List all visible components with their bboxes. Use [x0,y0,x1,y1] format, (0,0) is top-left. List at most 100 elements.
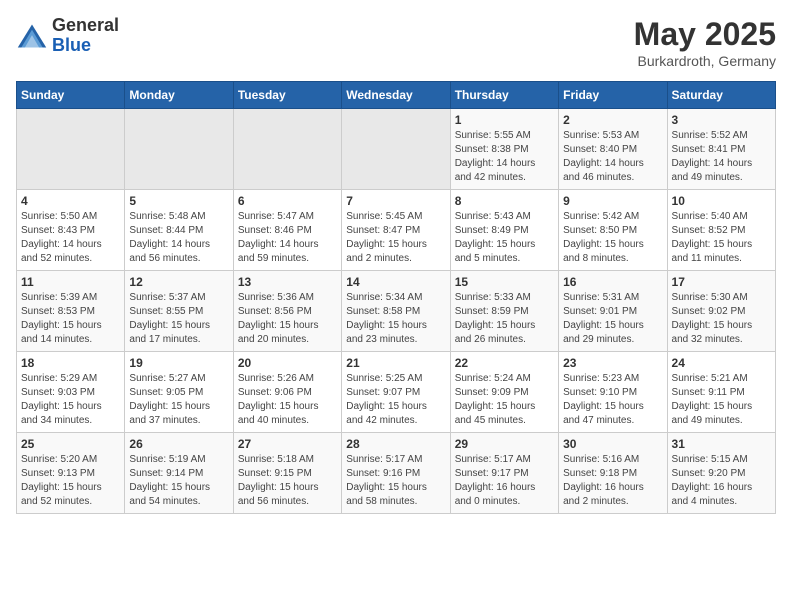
day-number: 6 [238,194,337,208]
day-info: Sunrise: 5:23 AM Sunset: 9:10 PM Dayligh… [563,372,662,428]
calendar-cell: 3 Sunrise: 5:52 AM Sunset: 8:41 PM Daylig… [667,109,775,190]
weekday-header: Sunday [17,82,125,109]
day-info: Sunrise: 5:43 AM Sunset: 8:49 PM Dayligh… [455,210,554,266]
day-number: 31 [672,437,771,451]
calendar-cell: 10 Sunrise: 5:40 AM Sunset: 8:52 PM Dayli… [667,190,775,271]
logo-general: General [52,16,119,36]
calendar-week-row: 18 Sunrise: 5:29 AM Sunset: 9:03 PM Dayli… [17,352,776,433]
logo-text: General Blue [52,16,119,56]
calendar-week-row: 25Sunrise: 5:20 AM Sunset: 9:13 PM Dayli… [17,433,776,514]
day-number: 29 [455,437,554,451]
day-info: Sunrise: 5:16 AM Sunset: 9:18 PM Dayligh… [563,453,662,509]
day-info: Sunrise: 5:26 AM Sunset: 9:06 PM Dayligh… [238,372,337,428]
day-number: 1 [455,113,554,127]
day-info: Sunrise: 5:53 AM Sunset: 8:40 PM Dayligh… [563,129,662,185]
calendar-table: SundayMondayTuesdayWednesdayThursdayFrid… [16,81,776,514]
day-info: Sunrise: 5:50 AM Sunset: 8:43 PM Dayligh… [21,210,120,266]
calendar-cell: 12Sunrise: 5:37 AM Sunset: 8:55 PM Dayli… [125,271,233,352]
calendar-cell: 13 Sunrise: 5:36 AM Sunset: 8:56 PM Dayli… [233,271,341,352]
calendar-cell: 4Sunrise: 5:50 AM Sunset: 8:43 PM Daylig… [17,190,125,271]
title-area: May 2025 Burkardroth, Germany [634,16,776,69]
calendar-cell: 29 Sunrise: 5:17 AM Sunset: 9:17 PM Dayli… [450,433,558,514]
day-info: Sunrise: 5:34 AM Sunset: 8:58 PM Dayligh… [346,291,445,347]
day-info: Sunrise: 5:40 AM Sunset: 8:52 PM Dayligh… [672,210,771,266]
calendar-cell: 15 Sunrise: 5:33 AM Sunset: 8:59 PM Dayli… [450,271,558,352]
day-number: 5 [129,194,228,208]
day-number: 17 [672,275,771,289]
calendar-cell [342,109,450,190]
calendar-cell: 28Sunrise: 5:17 AM Sunset: 9:16 PM Dayli… [342,433,450,514]
day-number: 26 [129,437,228,451]
day-info: Sunrise: 5:17 AM Sunset: 9:17 PM Dayligh… [455,453,554,509]
calendar-cell: 5 Sunrise: 5:48 AM Sunset: 8:44 PM Daylig… [125,190,233,271]
day-number: 27 [238,437,337,451]
day-number: 30 [563,437,662,451]
day-number: 12 [129,275,228,289]
logo-blue: Blue [52,36,119,56]
day-number: 20 [238,356,337,370]
day-info: Sunrise: 5:18 AM Sunset: 9:15 PM Dayligh… [238,453,337,509]
day-info: Sunrise: 5:48 AM Sunset: 8:44 PM Dayligh… [129,210,228,266]
calendar-cell: 16 Sunrise: 5:31 AM Sunset: 9:01 PM Dayli… [559,271,667,352]
calendar-cell: 23 Sunrise: 5:23 AM Sunset: 9:10 PM Dayli… [559,352,667,433]
day-number: 7 [346,194,445,208]
day-info: Sunrise: 5:27 AM Sunset: 9:05 PM Dayligh… [129,372,228,428]
calendar-cell: 25Sunrise: 5:20 AM Sunset: 9:13 PM Dayli… [17,433,125,514]
day-number: 10 [672,194,771,208]
logo-icon [16,22,48,50]
calendar-cell: 6Sunrise: 5:47 AM Sunset: 8:46 PM Daylig… [233,190,341,271]
calendar-cell: 14 Sunrise: 5:34 AM Sunset: 8:58 PM Dayli… [342,271,450,352]
calendar-cell [17,109,125,190]
page-header: General Blue May 2025 Burkardroth, Germa… [16,16,776,69]
calendar-cell: 26 Sunrise: 5:19 AM Sunset: 9:14 PM Dayli… [125,433,233,514]
calendar-week-row: 11Sunrise: 5:39 AM Sunset: 8:53 PM Dayli… [17,271,776,352]
day-info: Sunrise: 5:30 AM Sunset: 9:02 PM Dayligh… [672,291,771,347]
weekday-header: Saturday [667,82,775,109]
day-number: 23 [563,356,662,370]
day-info: Sunrise: 5:17 AM Sunset: 9:16 PM Dayligh… [346,453,445,509]
day-info: Sunrise: 5:55 AM Sunset: 8:38 PM Dayligh… [455,129,554,185]
calendar-cell: 8 Sunrise: 5:43 AM Sunset: 8:49 PM Daylig… [450,190,558,271]
day-info: Sunrise: 5:33 AM Sunset: 8:59 PM Dayligh… [455,291,554,347]
calendar-cell: 18 Sunrise: 5:29 AM Sunset: 9:03 PM Dayli… [17,352,125,433]
calendar-cell: 30 Sunrise: 5:16 AM Sunset: 9:18 PM Dayli… [559,433,667,514]
day-number: 11 [21,275,120,289]
day-number: 15 [455,275,554,289]
calendar-week-row: 4Sunrise: 5:50 AM Sunset: 8:43 PM Daylig… [17,190,776,271]
day-number: 3 [672,113,771,127]
day-info: Sunrise: 5:21 AM Sunset: 9:11 PM Dayligh… [672,372,771,428]
day-number: 8 [455,194,554,208]
day-info: Sunrise: 5:31 AM Sunset: 9:01 PM Dayligh… [563,291,662,347]
day-info: Sunrise: 5:45 AM Sunset: 8:47 PM Dayligh… [346,210,445,266]
day-info: Sunrise: 5:19 AM Sunset: 9:14 PM Dayligh… [129,453,228,509]
calendar-cell: 7 Sunrise: 5:45 AM Sunset: 8:47 PM Daylig… [342,190,450,271]
calendar-cell: 27 Sunrise: 5:18 AM Sunset: 9:15 PM Dayli… [233,433,341,514]
day-info: Sunrise: 5:29 AM Sunset: 9:03 PM Dayligh… [21,372,120,428]
day-number: 16 [563,275,662,289]
day-number: 13 [238,275,337,289]
day-info: Sunrise: 5:20 AM Sunset: 9:13 PM Dayligh… [21,453,120,509]
day-number: 21 [346,356,445,370]
calendar-week-row: 1 Sunrise: 5:55 AM Sunset: 8:38 PM Daylig… [17,109,776,190]
calendar-cell: 24 Sunrise: 5:21 AM Sunset: 9:11 PM Dayli… [667,352,775,433]
weekday-header: Friday [559,82,667,109]
day-info: Sunrise: 5:15 AM Sunset: 9:20 PM Dayligh… [672,453,771,509]
calendar-cell: 17 Sunrise: 5:30 AM Sunset: 9:02 PM Dayli… [667,271,775,352]
day-number: 18 [21,356,120,370]
day-number: 22 [455,356,554,370]
month-title: May 2025 [634,16,776,53]
weekday-header: Tuesday [233,82,341,109]
weekday-header: Wednesday [342,82,450,109]
day-info: Sunrise: 5:25 AM Sunset: 9:07 PM Dayligh… [346,372,445,428]
weekday-header-row: SundayMondayTuesdayWednesdayThursdayFrid… [17,82,776,109]
day-info: Sunrise: 5:36 AM Sunset: 8:56 PM Dayligh… [238,291,337,347]
day-info: Sunrise: 5:24 AM Sunset: 9:09 PM Dayligh… [455,372,554,428]
weekday-header: Thursday [450,82,558,109]
day-info: Sunrise: 5:42 AM Sunset: 8:50 PM Dayligh… [563,210,662,266]
day-number: 24 [672,356,771,370]
day-number: 14 [346,275,445,289]
calendar-cell: 9Sunrise: 5:42 AM Sunset: 8:50 PM Daylig… [559,190,667,271]
day-number: 19 [129,356,228,370]
calendar-cell: 20 Sunrise: 5:26 AM Sunset: 9:06 PM Dayli… [233,352,341,433]
day-info: Sunrise: 5:52 AM Sunset: 8:41 PM Dayligh… [672,129,771,185]
